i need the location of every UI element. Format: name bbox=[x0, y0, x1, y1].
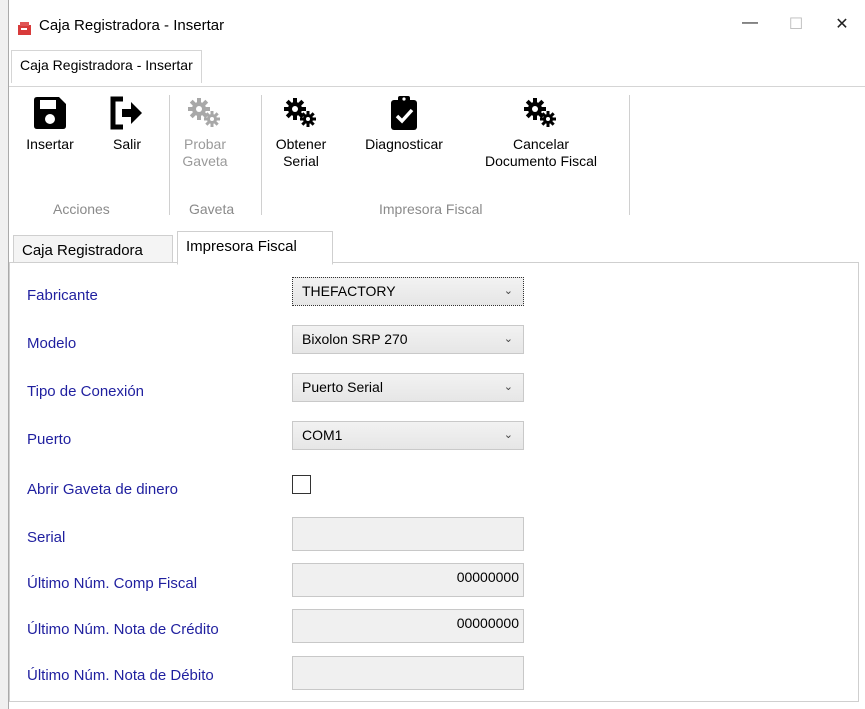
exit-icon bbox=[110, 96, 142, 130]
tab-strip: Caja Registradora Impresora Fiscal bbox=[9, 228, 865, 265]
abrir-gaveta-checkbox[interactable] bbox=[292, 475, 311, 494]
group-impresora-label: Impresora Fiscal bbox=[379, 201, 483, 217]
title-bar: Caja Registradora - Insertar — ☐ ✕ bbox=[9, 0, 865, 46]
insertar-label: Insertar bbox=[26, 136, 74, 152]
modelo-value: Bixolon SRP 270 bbox=[302, 331, 408, 347]
fabricante-value: THEFACTORY bbox=[302, 283, 396, 299]
gears-icon bbox=[524, 98, 556, 127]
close-button[interactable]: ✕ bbox=[819, 14, 865, 42]
conexion-select[interactable]: Puerto Serial ⌄ bbox=[292, 373, 524, 402]
gears-icon bbox=[188, 98, 220, 127]
ribbon-tab-main[interactable]: Caja Registradora - Insertar bbox=[11, 50, 202, 83]
chevron-down-icon: ⌄ bbox=[503, 381, 513, 393]
save-icon bbox=[34, 97, 66, 129]
group-separator bbox=[169, 95, 170, 215]
ribbon-tab-strip: Caja Registradora - Insertar bbox=[9, 46, 865, 83]
cancelar-label-2: Documento Fiscal bbox=[484, 153, 598, 169]
puerto-select[interactable]: COM1 ⌄ bbox=[292, 421, 524, 450]
probar-label-2: Gaveta bbox=[182, 153, 228, 169]
group-gaveta-label: Gaveta bbox=[189, 201, 235, 217]
gaveta-label: Abrir Gaveta de dinero bbox=[27, 481, 178, 498]
group-acciones-label: Acciones bbox=[53, 201, 110, 217]
nota-credito-label: Último Núm. Nota de Crédito bbox=[27, 621, 219, 638]
window-title: Caja Registradora - Insertar bbox=[39, 17, 225, 34]
nota-debito-label: Último Núm. Nota de Débito bbox=[27, 667, 214, 684]
serial-label: Serial bbox=[27, 529, 66, 546]
nota-credito-field[interactable]: 00000000 bbox=[292, 609, 524, 643]
insertar-button[interactable]: Insertar bbox=[19, 95, 81, 153]
puerto-value: COM1 bbox=[302, 427, 343, 443]
modelo-select[interactable]: Bixolon SRP 270 ⌄ bbox=[292, 325, 524, 354]
puerto-label: Puerto bbox=[27, 431, 72, 448]
salir-label: Salir bbox=[112, 136, 141, 152]
nota-debito-field[interactable] bbox=[292, 656, 524, 690]
group-separator bbox=[261, 95, 262, 215]
maximize-button[interactable]: ☐ bbox=[773, 14, 819, 42]
chevron-down-icon: ⌄ bbox=[503, 333, 513, 345]
ribbon: Insertar Salir Acciones Probar Gaveta Ga… bbox=[9, 86, 865, 222]
obtener-label-2: Serial bbox=[283, 153, 319, 169]
tab-caja-registradora[interactable]: Caja Registradora bbox=[13, 235, 173, 265]
obtener-serial-button[interactable]: Obtener Serial bbox=[269, 95, 333, 170]
main-window: Caja Registradora - Insertar — ☐ ✕ Caja … bbox=[8, 0, 865, 709]
fabricante-select[interactable]: THEFACTORY ⌄ bbox=[292, 277, 524, 306]
clipboard-check-icon bbox=[391, 96, 417, 130]
app-icon bbox=[18, 22, 31, 35]
cancelar-label-1: Cancelar bbox=[512, 136, 570, 152]
gears-icon bbox=[284, 98, 316, 127]
minimize-button[interactable]: — bbox=[727, 14, 773, 42]
group-separator bbox=[629, 95, 630, 215]
obtener-label-1: Obtener bbox=[275, 136, 327, 152]
serial-field[interactable] bbox=[292, 517, 524, 551]
comp-fiscal-field[interactable]: 00000000 bbox=[292, 563, 524, 597]
probar-label-1: Probar bbox=[183, 136, 227, 152]
diagnosticar-label: Diagnosticar bbox=[365, 136, 443, 152]
salir-button[interactable]: Salir bbox=[105, 95, 149, 153]
tab-impresora-fiscal[interactable]: Impresora Fiscal bbox=[177, 231, 333, 265]
cancelar-documento-button[interactable]: Cancelar Documento Fiscal bbox=[465, 95, 617, 170]
modelo-label: Modelo bbox=[27, 335, 77, 352]
probar-gaveta-button[interactable]: Probar Gaveta bbox=[179, 95, 231, 170]
fabricante-label: Fabricante bbox=[27, 287, 98, 304]
comp-fiscal-label: Último Núm. Comp Fiscal bbox=[27, 575, 198, 592]
impresora-fiscal-panel: Fabricante THEFACTORY ⌄ Modelo Bixolon S… bbox=[9, 262, 859, 702]
diagnosticar-button[interactable]: Diagnosticar bbox=[351, 95, 457, 153]
chevron-down-icon: ⌄ bbox=[503, 429, 513, 441]
chevron-down-icon: ⌄ bbox=[503, 285, 513, 297]
conexion-label: Tipo de Conexión bbox=[27, 383, 145, 400]
conexion-value: Puerto Serial bbox=[302, 379, 383, 395]
